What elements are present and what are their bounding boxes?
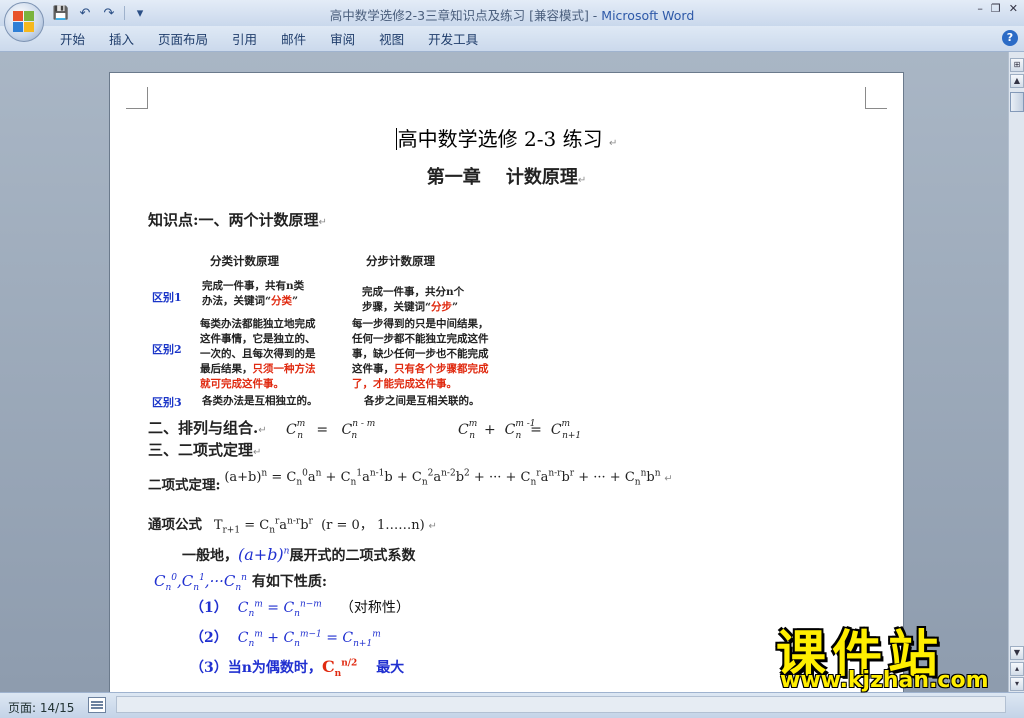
next-page-icon[interactable]: ▾ — [1010, 677, 1024, 691]
close-button[interactable]: ✕ — [1009, 2, 1018, 15]
row2-col1: 每类办法都能独立地完成 这件事情，它是独立的、 一次的、且每次得到的是 最后结果… — [200, 318, 316, 390]
redo-icon[interactable]: ↷ — [100, 4, 118, 22]
office-button[interactable] — [4, 2, 44, 42]
qat-separator — [124, 6, 125, 20]
document-title: 高中数学选修 2-3 练习 ↵ — [395, 127, 618, 151]
quick-access-toolbar: 💾 ↶ ↷ ▾ — [52, 4, 149, 22]
binomial-expansion-formula: (a+b)n = Cn0an + Cn1an-1b + Cn2an-2b2 + … — [224, 469, 661, 488]
previous-page-icon[interactable]: ▴ — [1010, 662, 1024, 676]
knowledge-heading: 知识点:一、两个计数原理↵ — [148, 211, 327, 229]
ruler-toggle-icon[interactable]: ⊞ — [1010, 58, 1024, 72]
general-term-formula: Tr+1 = Cnran-rbr (r = 0， 1……n) — [213, 516, 425, 536]
tab-page-layout[interactable]: 页面布局 — [146, 31, 220, 49]
tab-insert[interactable]: 插入 — [97, 31, 146, 49]
coefficient-properties-intro: Cn0,Cn1,···Cnn 有如下性质: — [154, 572, 327, 593]
property-recurrence: （2） Cnm + Cnm−1 = Cn+1m — [190, 629, 381, 649]
binomial-theorem: 二项式定理: (a+b)n = Cn0an + Cn1an-1b + Cn2an… — [148, 469, 673, 494]
property-symmetry: （1） Cnm = Cnn−m （对称性） — [190, 599, 410, 619]
tab-mailings[interactable]: 邮件 — [269, 31, 318, 49]
combination-symmetry-formula: Cmn = Cn - mn — [286, 419, 376, 441]
restore-button[interactable]: ❐ — [991, 2, 1001, 15]
text-cursor — [395, 128, 397, 150]
office-logo-icon — [13, 11, 35, 33]
row1-col1: 完成一件事，共有n类 办法，关键词“分类” — [202, 280, 305, 307]
window-title: 高中数学选修2-3三章知识点及练习 [兼容模式] - Microsoft Wor… — [329, 8, 695, 23]
watermark: 课件站 www.kjzhan.com — [772, 614, 1008, 694]
margin-corner-top-left — [126, 87, 148, 109]
combination-recurrence-formula: Cmn + Cm -1n = Cmn+1 — [458, 419, 582, 441]
horizontal-scrollbar[interactable] — [116, 696, 1006, 713]
row-label-1: 区别1 — [152, 291, 182, 304]
chapter-heading: 第一章 计数原理↵ — [426, 167, 587, 188]
document-workspace: 高中数学选修 2-3 练习 ↵ 第一章 计数原理↵ 知识点:一、两个计数原理↵ … — [0, 52, 1008, 712]
scroll-thumb[interactable] — [1010, 92, 1024, 112]
tab-home[interactable]: 开始 — [48, 31, 97, 49]
general-term: 通项公式 Tr+1 = Cnran-rbr (r = 0， 1……n) ↵ — [148, 516, 437, 536]
col1-header: 分类计数原理 — [210, 254, 279, 268]
undo-icon[interactable]: ↶ — [76, 4, 94, 22]
document-view-icon[interactable] — [88, 697, 106, 713]
section-permutation-heading: 二、排列与组合.↵ — [148, 419, 267, 437]
watermark-url: www.kjzhan.com — [780, 668, 989, 693]
property-maximum: （3）当n为偶数时，Cnn/2 最大 — [190, 657, 405, 680]
row1-col2: 完成一件事，共分n个 步骤，关键词“分步” — [362, 286, 465, 313]
margin-corner-top-right — [865, 87, 887, 109]
page-count[interactable]: 页面: 14/15 — [8, 699, 74, 716]
title-bar: 高中数学选修2-3三章知识点及练习 [兼容模式] - Microsoft Wor… — [0, 0, 1024, 26]
row-label-2: 区别2 — [152, 343, 182, 356]
tab-developer[interactable]: 开发工具 — [416, 31, 490, 49]
status-bar: 页面: 14/15 — [0, 692, 1024, 718]
row3-col2: 各步之间是互相关联的。 — [364, 395, 480, 407]
col2-header: 分步计数原理 — [366, 254, 435, 268]
binomial-coefficient-intro: 一般地，(a+b)n展开式的二项式系数 — [182, 545, 416, 564]
help-icon[interactable]: ? — [1002, 30, 1018, 46]
row-label-3: 区别3 — [152, 396, 182, 409]
tab-review[interactable]: 审阅 — [318, 31, 367, 49]
tab-references[interactable]: 引用 — [220, 31, 269, 49]
scroll-down-icon[interactable]: ▼ — [1010, 646, 1024, 660]
ribbon-tabs: 开始 插入 页面布局 引用 邮件 审阅 视图 开发工具 ? — [0, 26, 1024, 52]
customize-qat-icon[interactable]: ▾ — [131, 4, 149, 22]
window-controls: – ❐ ✕ — [977, 2, 1018, 15]
tab-view[interactable]: 视图 — [367, 31, 416, 49]
row2-col2: 每一步得到的只是中间结果， 任何一步都不能独立完成这件 事，缺少任何一步也不能完… — [352, 318, 489, 390]
section-binomial-heading: 三、二项式定理↵ — [148, 441, 262, 459]
row3-col1: 各类办法是互相独立的。 — [202, 395, 318, 407]
tab-list: 开始 插入 页面布局 引用 邮件 审阅 视图 开发工具 — [48, 31, 490, 49]
minimize-button[interactable]: – — [977, 2, 983, 15]
vertical-scrollbar[interactable]: ⊞ ▲ ▼ ▴ ▾ — [1008, 52, 1024, 692]
save-icon[interactable]: 💾 — [52, 4, 70, 22]
scroll-up-icon[interactable]: ▲ — [1010, 74, 1024, 88]
